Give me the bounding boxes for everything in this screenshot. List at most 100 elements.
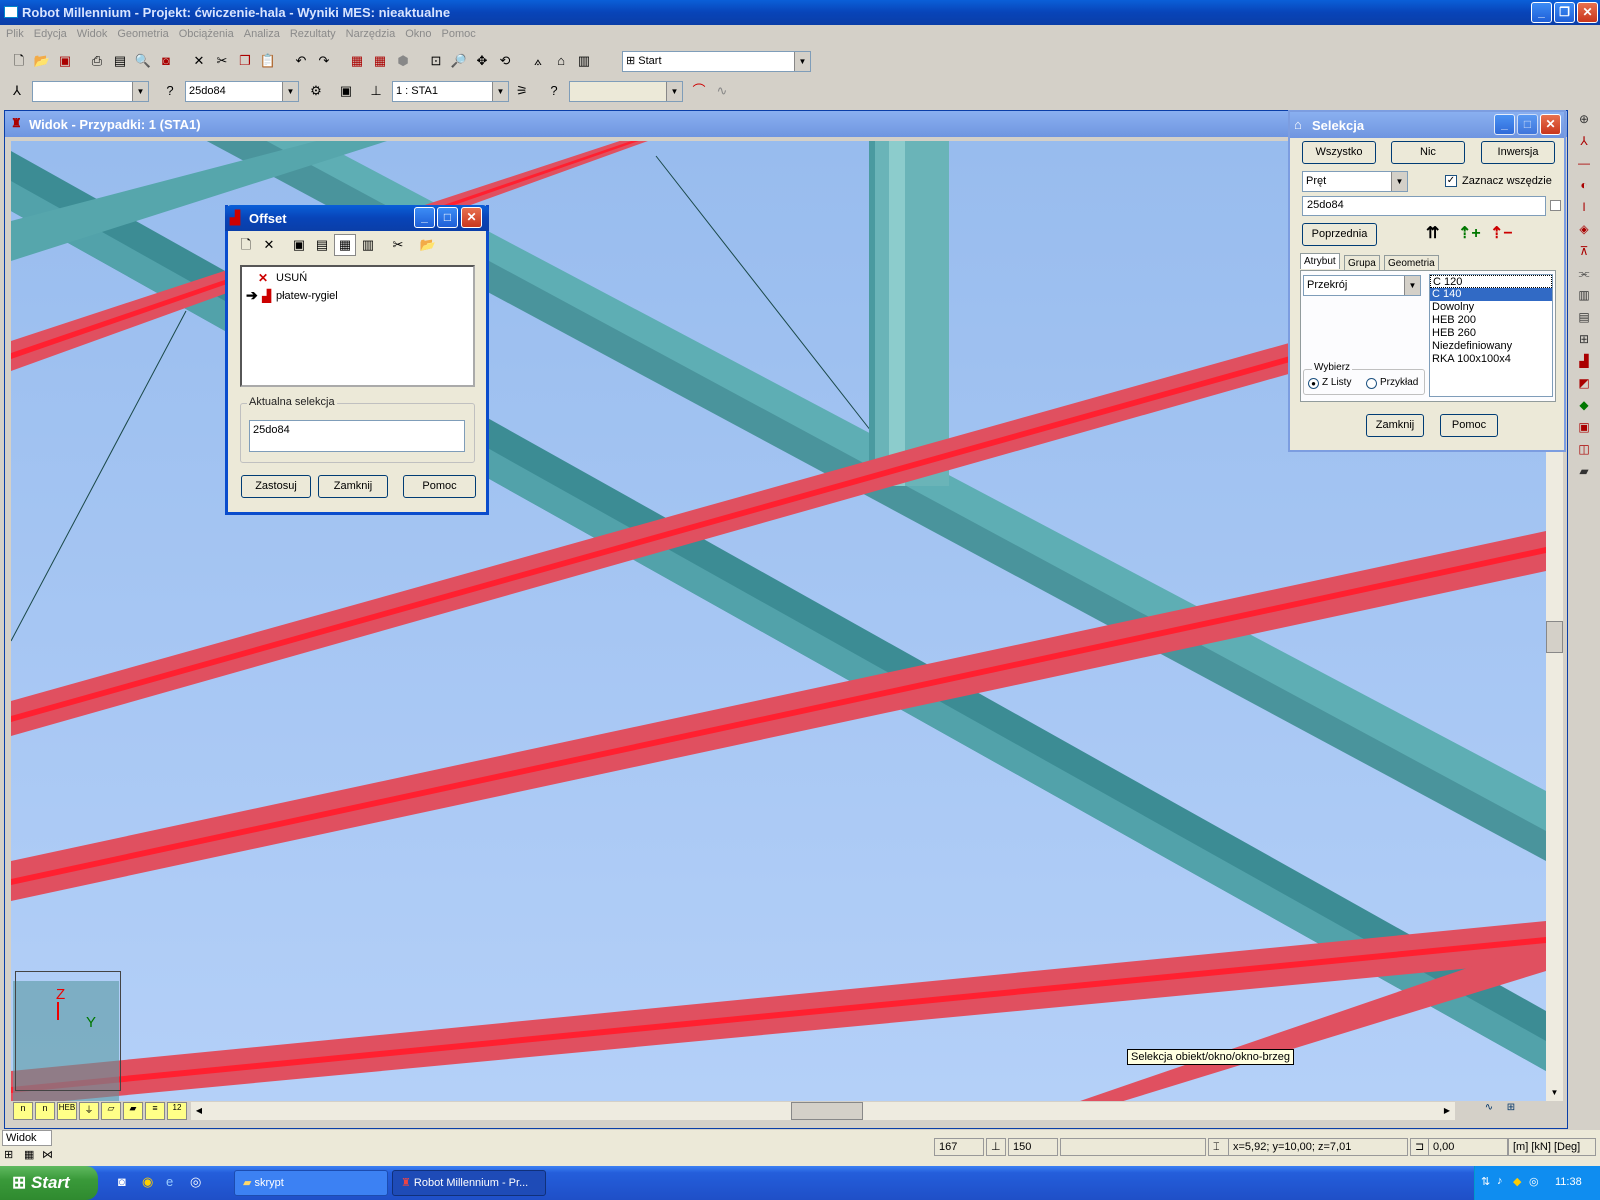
scroll-thumb[interactable] <box>1546 621 1563 653</box>
add-to-selection-icon[interactable]: ⇡+ <box>1458 223 1481 243</box>
app-minimize-button[interactable]: _ <box>1531 2 1552 23</box>
sections-icon[interactable]: I <box>1572 200 1596 220</box>
app-restore-button[interactable]: ❐ <box>1554 2 1575 23</box>
quicklaunch-browser-icon[interactable]: e <box>166 1174 173 1189</box>
select-none-button[interactable]: Nic <box>1391 141 1465 164</box>
rotate-view-icon[interactable]: ⟲ <box>494 50 516 72</box>
layout-combo[interactable]: ⊞ Start ▼ <box>622 51 811 72</box>
object-type-combo[interactable]: Pręt ▼ <box>1302 171 1408 192</box>
view-sync-icon[interactable]: ∿ <box>1479 1102 1499 1120</box>
selekcja-close-dialog-button[interactable]: Zamknij <box>1366 414 1424 437</box>
grid-snap-icon[interactable]: ▦ <box>24 1148 34 1161</box>
radio-example[interactable] <box>1366 378 1377 389</box>
previous-selection-button[interactable]: Poprzednia <box>1302 223 1377 246</box>
table-edit-icon[interactable]: ▦ <box>369 50 391 72</box>
bar-selection-combo[interactable]: 25do84 ▼ <box>185 81 299 102</box>
supports-tool-icon[interactable]: ⊼ <box>1572 244 1596 264</box>
pan-icon[interactable]: ✥ <box>471 50 493 72</box>
values-icon[interactable]: 12 <box>167 1102 187 1120</box>
offset-selection-input[interactable]: 25do84 <box>249 420 465 452</box>
offset-help-button[interactable]: Pomoc <box>403 475 476 498</box>
materials-icon[interactable]: ◈ <box>1572 222 1596 242</box>
offset-maximize-button[interactable]: □ <box>437 207 458 228</box>
offset-minimize-button[interactable]: _ <box>414 207 435 228</box>
grid-icon[interactable]: ≡ <box>145 1102 165 1120</box>
tray-volume-icon[interactable]: ♪ <box>1497 1175 1503 1187</box>
task-robot[interactable]: ♜ Robot Millennium - Pr... <box>392 1170 546 1196</box>
redo-icon[interactable]: ↷ <box>313 50 335 72</box>
copy-icon[interactable]: ❐ <box>234 50 256 72</box>
offset-list-item[interactable]: ✕ USUŃ <box>246 271 466 287</box>
view-layout-icon[interactable]: ⊞ <box>1501 1102 1521 1120</box>
loads-icon[interactable]: ▤ <box>1572 310 1596 330</box>
deformation-icon[interactable]: ⌒ <box>688 80 710 102</box>
node-selection-combo[interactable]: ▼ <box>32 81 149 102</box>
undo-icon[interactable]: ↶ <box>290 50 312 72</box>
print-icon[interactable]: ⎙ <box>86 50 108 72</box>
mode-select-icon[interactable]: ? <box>543 80 565 102</box>
structure-icon[interactable]: ⋈ <box>42 1148 53 1161</box>
tray-network-icon[interactable]: ⇅ <box>1481 1175 1490 1188</box>
panel-fill-icon[interactable]: ▰ <box>123 1102 143 1120</box>
line-tool-icon[interactable]: — <box>1572 156 1596 176</box>
elastic-ground-icon[interactable]: ◩ <box>1572 376 1596 396</box>
supports-icon[interactable]: ⏚ <box>79 1102 99 1120</box>
case-select-icon[interactable]: ⊥ <box>365 80 387 102</box>
delete-icon[interactable]: ✕ <box>188 50 210 72</box>
list-item[interactable]: C 140 <box>1430 288 1552 301</box>
offset-list-item[interactable]: ➔ ▟ płatew-rygiel <box>246 287 466 305</box>
tray-security-icon[interactable]: ◆ <box>1513 1175 1521 1188</box>
scroll-down-icon[interactable]: ▼ <box>1546 1085 1563 1101</box>
sort-up-icon[interactable]: ⇈ <box>1426 223 1439 243</box>
selekcja-minimize-button[interactable]: _ <box>1494 114 1515 135</box>
print-preview-icon[interactable]: 🔍 <box>132 50 154 72</box>
load-case-icon[interactable]: ▣ <box>335 80 357 102</box>
menu-geometria[interactable]: Geometria <box>117 28 168 40</box>
select-all-button[interactable]: Wszystko <box>1302 141 1376 164</box>
bars-tool-icon[interactable]: ⅄ <box>1572 134 1596 154</box>
view-list-icon[interactable]: ▦ <box>334 234 356 256</box>
task-skrypt[interactable]: ▰ skrypt <box>234 1170 388 1196</box>
offset-apply-button[interactable]: Zastosuj <box>241 475 311 498</box>
menu-plik[interactable]: Plik <box>6 28 24 40</box>
calculate-icon[interactable]: ⬢ <box>392 50 414 72</box>
case-settings-icon[interactable]: ⚞ <box>511 80 533 102</box>
widok-tab[interactable]: Widok <box>2 1130 52 1146</box>
start-button[interactable]: ⊞ Start <box>0 1166 98 1200</box>
list-item[interactable]: HEB 260 <box>1430 327 1552 340</box>
quicklaunch-media-icon[interactable]: ◉ <box>142 1174 153 1190</box>
tab-grupa[interactable]: Grupa <box>1344 255 1380 271</box>
select-everywhere-checkbox[interactable]: ✓ <box>1445 175 1457 187</box>
view-3d-icon[interactable]: ⌂ <box>550 50 572 72</box>
scroll-left-icon[interactable]: ◀ <box>191 1102 207 1120</box>
menu-analiza[interactable]: Analiza <box>244 28 280 40</box>
releases-icon[interactable]: ⫘ <box>1572 266 1596 286</box>
view-small-icons-icon[interactable]: ▤ <box>311 234 333 256</box>
section-list[interactable]: C 120 C 140 Dowolny HEB 200 HEB 260 Niez… <box>1429 274 1553 397</box>
selekcja-maximize-button[interactable]: □ <box>1517 114 1538 135</box>
panels-icon[interactable]: ▱ <box>101 1102 121 1120</box>
horizontal-scrollbar[interactable]: ◀ ▶ <box>191 1102 1455 1120</box>
offset-cut-icon[interactable]: ✂ <box>387 234 409 256</box>
hscroll-thumb[interactable] <box>791 1102 863 1120</box>
load-case-combo[interactable]: 1 : STA1 ▼ <box>392 81 509 102</box>
cladding-icon[interactable]: ▣ <box>1572 420 1596 440</box>
offsets-icon[interactable]: ▥ <box>1572 288 1596 308</box>
panel-tool-icon[interactable]: ◆ <box>1572 398 1596 418</box>
tray-update-icon[interactable]: ◎ <box>1529 1175 1539 1188</box>
layers-icon[interactable]: ▰ <box>1572 464 1596 484</box>
selekcja-selection-input[interactable]: 25do84 <box>1302 196 1546 216</box>
offset-delete-icon[interactable]: ✕ <box>258 234 280 256</box>
bar-select-icon[interactable]: ? <box>159 80 181 102</box>
results-table-icon[interactable]: ▥ <box>573 50 595 72</box>
extra-checkbox[interactable] <box>1550 200 1561 211</box>
selekcja-help-button[interactable]: Pomoc <box>1440 414 1498 437</box>
list-item[interactable]: RKA 100x100x4 <box>1430 353 1552 366</box>
node-numbers-icon[interactable]: n <box>13 1102 33 1120</box>
menu-pomoc[interactable]: Pomoc <box>442 28 476 40</box>
attribute-combo[interactable]: Przekrój ▼ <box>1303 275 1421 296</box>
selekcja-close-button[interactable]: ✕ <box>1540 114 1561 135</box>
screen-capture-icon[interactable]: ◙ <box>155 50 177 72</box>
list-item[interactable]: HEB 200 <box>1430 314 1552 327</box>
load-cases-icon[interactable]: ⊞ <box>1572 332 1596 352</box>
